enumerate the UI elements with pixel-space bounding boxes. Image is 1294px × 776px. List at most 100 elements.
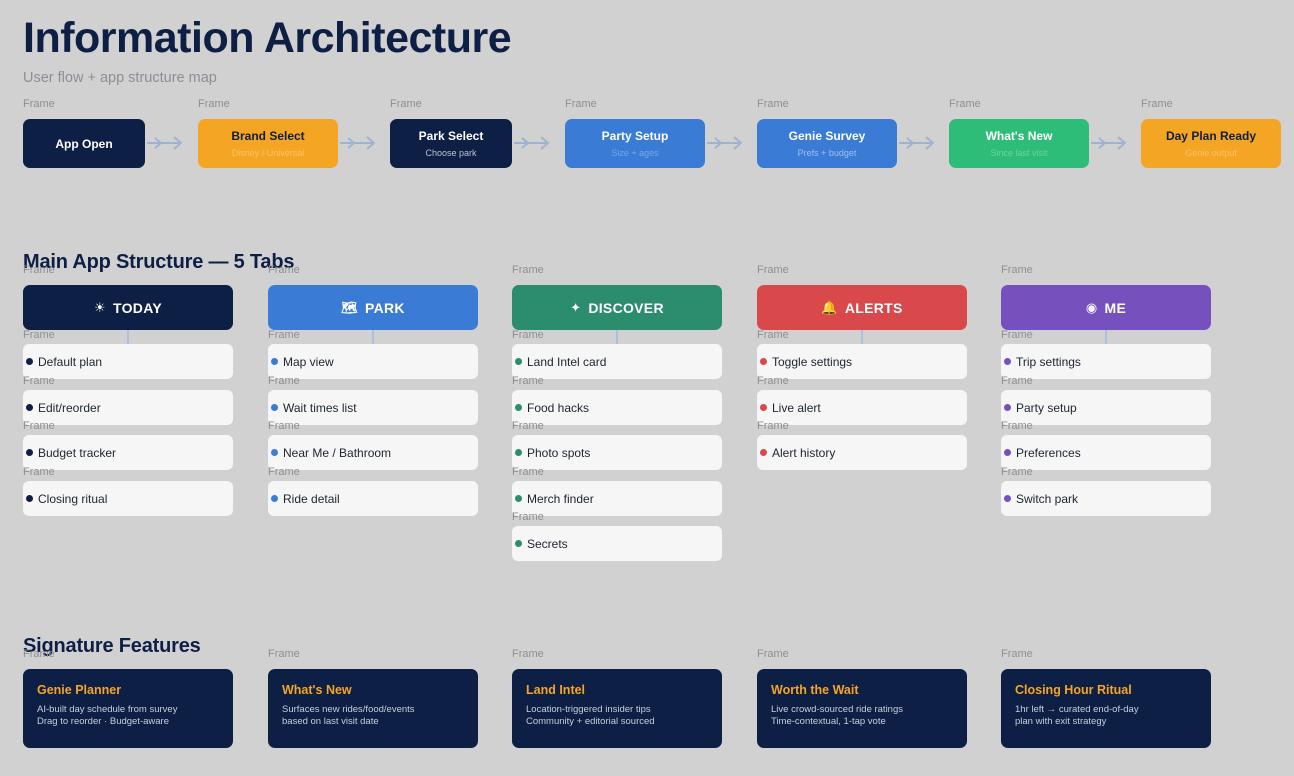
connector-line: [861, 330, 863, 344]
list-item-label: Near Me / Bathroom: [283, 445, 392, 460]
flow-step[interactable]: Brand Select Disney / Universal: [198, 119, 338, 168]
tab-label: DISCOVER: [588, 299, 664, 316]
flow-step-title: Day Plan Ready: [1165, 129, 1257, 143]
frame-label: Frame: [390, 98, 422, 110]
feature-description: Surfaces new rides/food/events based on …: [282, 704, 415, 727]
flow-step-title: App Open: [55, 136, 113, 151]
list-item-label: Preferences: [1016, 445, 1081, 460]
frame-label: Frame: [512, 511, 544, 523]
feature-title: Land Intel: [526, 683, 586, 697]
frame-label: Frame: [23, 264, 55, 276]
feature-card: Worth the Wait Live crowd-sourced ride ra…: [757, 669, 967, 748]
frame-label: Frame: [23, 420, 55, 432]
frame-label: Frame: [1001, 466, 1033, 478]
list-item[interactable]: Ride detail: [268, 481, 478, 516]
tab-today[interactable]: ☀ TODAY: [23, 285, 233, 330]
feature-title: Worth the Wait: [771, 683, 859, 697]
bullet-dot: [1004, 449, 1011, 456]
list-item-label: Map view: [283, 354, 334, 369]
flow-step-title: Brand Select: [231, 129, 305, 143]
frame-label: Frame: [512, 264, 544, 276]
arrow-right-icon: [147, 136, 183, 150]
flow-step[interactable]: Park Select Choose park: [390, 119, 512, 168]
bullet-dot: [760, 404, 767, 411]
flow-step[interactable]: Day Plan Ready Genie output: [1141, 119, 1281, 168]
flow-step[interactable]: App Open: [23, 119, 145, 168]
tab-park[interactable]: 🗺 PARK: [268, 285, 478, 330]
frame-label: Frame: [1001, 264, 1033, 276]
bullet-dot: [1004, 404, 1011, 411]
list-item-label: Budget tracker: [38, 445, 117, 460]
flow-step-subtitle: Size + ages: [611, 148, 659, 158]
list-item-label: Trip settings: [1016, 354, 1081, 369]
list-item-label: Edit/reorder: [38, 400, 101, 415]
flow-step-title: Genie Survey: [788, 129, 866, 143]
frame-label: Frame: [757, 264, 789, 276]
frame-label: Frame: [268, 264, 300, 276]
frame-label: Frame: [757, 648, 789, 660]
frame-label: Frame: [949, 98, 981, 110]
frame-label: Frame: [268, 329, 300, 341]
flow-step[interactable]: What's New Since last visit: [949, 119, 1089, 168]
flow-step-title: Park Select: [418, 129, 484, 143]
flow-step[interactable]: Genie Survey Prefs + budget: [757, 119, 897, 168]
list-item[interactable]: Default plan: [23, 344, 233, 379]
structure-heading: Main App Structure — 5 Tabs: [23, 251, 295, 273]
connector-line: [372, 330, 374, 344]
tab-label: PARK: [364, 299, 405, 316]
arrow-right-icon: [340, 136, 376, 150]
feature-card: Closing Hour Ritual 1hr left → curated en…: [1001, 669, 1211, 748]
bullet-dot: [271, 404, 278, 411]
list-item[interactable]: Land Intel card: [512, 344, 722, 379]
list-item-label: Alert history: [772, 445, 836, 460]
frame-label: Frame: [512, 466, 544, 478]
list-item[interactable]: Switch park: [1001, 481, 1211, 516]
page-title: Information Architecture: [23, 14, 512, 62]
list-item[interactable]: Secrets: [512, 526, 722, 561]
list-item[interactable]: Near Me / Bathroom: [268, 435, 478, 470]
feature-card: Genie Planner AI-built day schedule from …: [23, 669, 233, 748]
list-item-label: Merch finder: [527, 491, 594, 506]
list-item[interactable]: Budget tracker: [23, 435, 233, 470]
bullet-dot: [1004, 358, 1011, 365]
list-item-label: Ride detail: [283, 491, 340, 506]
frame-label: Frame: [23, 98, 55, 110]
frame-label: Frame: [757, 420, 789, 432]
bullet-dot: [515, 404, 522, 411]
feature-card: What's New Surfaces new rides/food/events…: [268, 669, 478, 748]
frame-label: Frame: [512, 420, 544, 432]
list-item[interactable]: Alert history: [757, 435, 967, 470]
flow-step-subtitle: Disney / Universal: [231, 148, 305, 158]
frame-label: Frame: [1001, 648, 1033, 660]
frame-label: Frame: [268, 648, 300, 660]
list-item-label: Closing ritual: [38, 491, 108, 506]
bullet-dot: [515, 358, 522, 365]
tab-me[interactable]: ◉ ME: [1001, 285, 1211, 330]
tab-label: ALERTS: [844, 299, 903, 316]
list-item[interactable]: Toggle settings: [757, 344, 967, 379]
list-item-label: Default plan: [38, 354, 103, 369]
flow-step[interactable]: Party Setup Size + ages: [565, 119, 705, 168]
flow-step-title: What's New: [985, 129, 1053, 143]
feature-card: Land Intel Location-triggered insider tip…: [512, 669, 722, 748]
tab-alerts[interactable]: 🔔 ALERTS: [757, 285, 967, 330]
feature-description: Location-triggered insider tips Communit…: [526, 704, 655, 727]
frame-label: Frame: [565, 98, 597, 110]
feature-description: AI-built day schedule from survey Drag t…: [37, 704, 178, 727]
list-item-label: Live alert: [772, 400, 821, 415]
map-icon: 🗺: [341, 299, 358, 315]
tab-discover[interactable]: ✦ DISCOVER: [512, 285, 722, 330]
bullet-dot: [515, 540, 522, 547]
list-item[interactable]: Closing ritual: [23, 481, 233, 516]
list-item[interactable]: Photo spots: [512, 435, 722, 470]
sun-icon: ☀: [94, 299, 106, 315]
list-item[interactable]: Preferences: [1001, 435, 1211, 470]
list-item[interactable]: Map view: [268, 344, 478, 379]
flow-step-subtitle: Prefs + budget: [797, 148, 857, 158]
arrow-right-icon: [1091, 136, 1127, 150]
frame-label: Frame: [512, 375, 544, 387]
connector-line: [127, 330, 129, 344]
bullet-dot: [515, 449, 522, 456]
list-item[interactable]: Trip settings: [1001, 344, 1211, 379]
bullet-dot: [1004, 495, 1011, 502]
